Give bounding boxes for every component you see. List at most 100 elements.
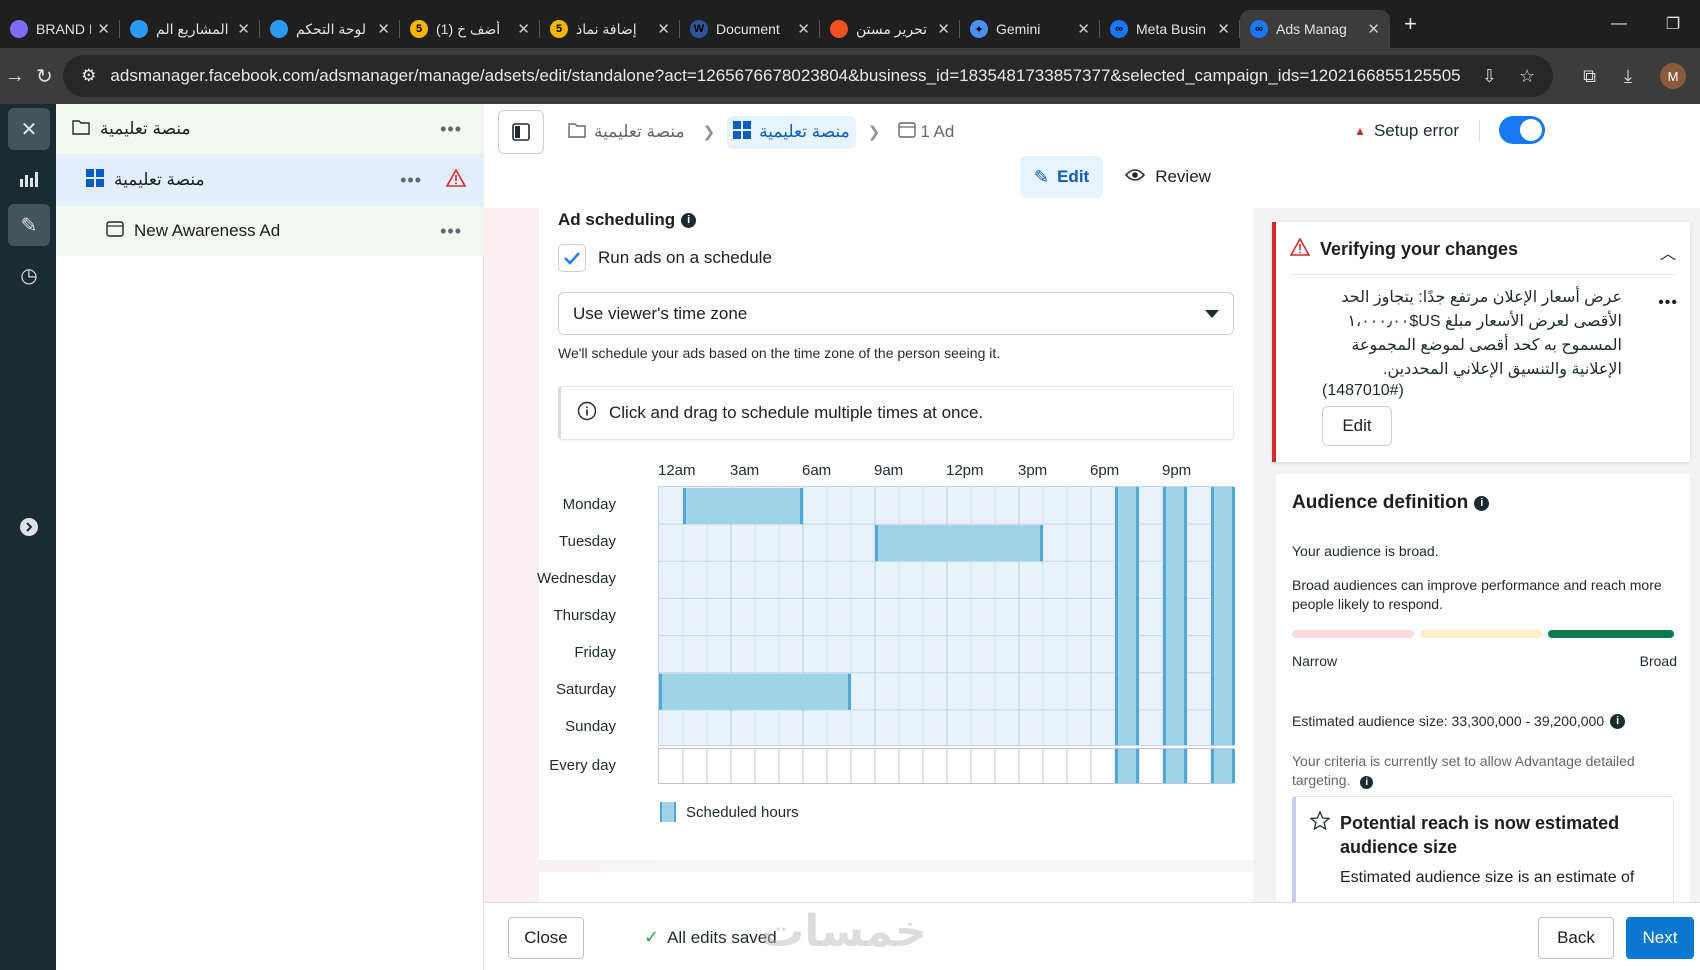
checkbox-box[interactable] bbox=[558, 244, 586, 272]
more-options-icon[interactable]: ••• bbox=[400, 170, 422, 191]
divider bbox=[1290, 274, 1676, 275]
toggle-panel-button[interactable] bbox=[498, 110, 544, 154]
day-label: Tuesday bbox=[559, 532, 616, 550]
info-icon[interactable]: i bbox=[1610, 714, 1626, 729]
crumb-adset[interactable]: منصة تعليمية bbox=[727, 115, 856, 149]
review-mode-button[interactable]: Review bbox=[1111, 156, 1225, 198]
checkmark-icon bbox=[564, 252, 580, 265]
install-app-icon[interactable]: ⇩ bbox=[1482, 66, 1497, 87]
browser-tab[interactable]: 5 (1) أضف خ ✕ bbox=[400, 10, 540, 48]
chevron-right-icon: ❯ bbox=[867, 124, 881, 141]
browser-tab[interactable]: ∞ Meta Busin ✕ bbox=[1100, 10, 1240, 48]
info-icon[interactable]: i bbox=[1474, 495, 1490, 511]
schedule-grid[interactable] bbox=[658, 486, 1235, 746]
browser-tab[interactable]: ✦ Gemini ✕ bbox=[960, 10, 1100, 48]
url-text: adsmanager.facebook.com/adsmanager/manag… bbox=[110, 66, 1460, 85]
tab-close-icon[interactable]: ✕ bbox=[657, 20, 670, 38]
error-triangle-icon: ▲ bbox=[1354, 124, 1366, 138]
hour-label: 12pm bbox=[946, 462, 984, 479]
every-day-row[interactable] bbox=[658, 748, 1235, 784]
url-omnibox[interactable]: ⚙ adsmanager.facebook.com/adsmanager/man… bbox=[63, 55, 1554, 97]
tab-favicon-icon bbox=[130, 20, 148, 38]
tab-close-icon[interactable]: ✕ bbox=[377, 20, 390, 38]
publish-toggle[interactable] bbox=[1499, 116, 1545, 144]
maximize-icon[interactable]: ❐ bbox=[1646, 14, 1700, 34]
tree-campaign-label: منصة تعليمية bbox=[100, 119, 191, 138]
tab-favicon-icon: ∞ bbox=[1110, 20, 1128, 38]
more-options-icon[interactable]: ••• bbox=[440, 119, 462, 140]
pencil-icon[interactable]: ✎ bbox=[8, 204, 50, 246]
crumb-ad-label: 1 Ad bbox=[920, 122, 955, 141]
potential-reach-notice: Potential reach is now estimated audienc… bbox=[1292, 796, 1674, 906]
bar-chart-icon[interactable] bbox=[8, 158, 50, 200]
scheduled-block-edge bbox=[1040, 525, 1043, 562]
toolbar-right: ⧉ ⤓ M bbox=[1569, 63, 1700, 89]
drag-hint-text: Click and drag to schedule multiple time… bbox=[609, 403, 984, 422]
tree-ad-label: New Awareness Ad bbox=[134, 221, 281, 240]
scheduled-block-edge bbox=[1184, 487, 1187, 745]
audience-criteria-text: Your criteria is currently set to allow … bbox=[1292, 753, 1635, 788]
browser-tab[interactable]: 5 إضافة نماذ ✕ bbox=[540, 10, 680, 48]
close-button[interactable]: Close bbox=[508, 917, 584, 959]
timezone-select[interactable]: Use viewer's time zone bbox=[558, 292, 1234, 335]
tab-close-icon[interactable]: ✕ bbox=[937, 20, 950, 38]
star-icon bbox=[1309, 810, 1331, 836]
extensions-icon[interactable]: ⧉ bbox=[1583, 66, 1596, 87]
run-on-schedule-checkbox[interactable]: Run ads on a schedule bbox=[558, 244, 772, 272]
browser-tab[interactable]: لوحة التحكم ✕ bbox=[260, 10, 400, 48]
timezone-helper-text: We'll schedule your ads based on the tim… bbox=[558, 345, 1001, 361]
tree-adset-row[interactable]: منصة تعليمية ••• bbox=[56, 154, 484, 206]
crumb-campaign[interactable]: منصة تعليمية bbox=[562, 117, 691, 148]
scheduled-block-edge bbox=[1232, 749, 1235, 783]
tree-ad-row[interactable]: New Awareness Ad ••• bbox=[56, 206, 484, 256]
back-button[interactable]: Back bbox=[1538, 917, 1614, 959]
day-label: Wednesday bbox=[537, 569, 616, 587]
browser-tab[interactable]: المشاريع الم ✕ bbox=[120, 10, 260, 48]
schedule-legend: Scheduled hours bbox=[660, 802, 799, 822]
tab-close-icon[interactable]: ✕ bbox=[517, 20, 530, 38]
tab-close-icon[interactable]: ✕ bbox=[797, 20, 810, 38]
bookmark-star-icon[interactable]: ☆ bbox=[1519, 66, 1535, 87]
ad-scheduling-title: Ad scheduling bbox=[558, 210, 676, 229]
forward-icon[interactable]: → bbox=[0, 65, 30, 88]
tab-close-icon[interactable]: ✕ bbox=[97, 20, 110, 38]
history-clock-icon[interactable]: ◷ bbox=[8, 254, 50, 296]
setup-error-indicator[interactable]: ▲ Setup error bbox=[1354, 120, 1480, 142]
browser-tab[interactable]: ∞ Ads Manag ✕ bbox=[1240, 10, 1390, 48]
tab-close-icon[interactable]: ✕ bbox=[237, 20, 250, 38]
drag-hint-banner: Click and drag to schedule multiple time… bbox=[558, 386, 1234, 440]
browser-tab[interactable]: تحرير مستن ✕ bbox=[820, 10, 960, 48]
more-options-icon[interactable]: ••• bbox=[440, 221, 462, 242]
reload-icon[interactable]: ↻ bbox=[30, 64, 60, 89]
tab-close-icon[interactable]: ✕ bbox=[1217, 20, 1230, 38]
crumb-ad[interactable]: 1 Ad bbox=[892, 117, 960, 148]
expand-arrow-icon[interactable] bbox=[8, 506, 50, 548]
more-options-icon[interactable]: ••• bbox=[1658, 294, 1678, 312]
scheduled-block-edge bbox=[1115, 487, 1118, 745]
new-tab-button[interactable]: + bbox=[1404, 11, 1417, 37]
tab-close-icon[interactable]: ✕ bbox=[1367, 20, 1380, 38]
scheduled-block-all-days bbox=[1211, 487, 1235, 745]
close-icon[interactable]: ✕ bbox=[8, 108, 50, 150]
tree-campaign-row[interactable]: منصة تعليمية ••• bbox=[56, 104, 484, 154]
downloads-icon[interactable]: ⤓ bbox=[1624, 66, 1632, 87]
edit-mode-button[interactable]: ✎ Edit bbox=[1020, 156, 1104, 198]
day-label: Thursday bbox=[553, 607, 616, 624]
browser-tab[interactable]: W Document ✕ bbox=[680, 10, 820, 48]
every-day-label: Every day bbox=[549, 757, 616, 774]
left-rail: ✕ ✎ ◷ bbox=[0, 104, 56, 970]
hour-label: 6pm bbox=[1090, 462, 1120, 479]
next-button[interactable]: Next bbox=[1626, 917, 1694, 959]
tab-favicon-icon bbox=[10, 20, 28, 38]
hour-label: 9am bbox=[874, 462, 904, 479]
verify-edit-button[interactable]: Edit bbox=[1322, 406, 1392, 446]
browser-tab[interactable]: BRAND IDEN ✕ bbox=[0, 10, 120, 48]
info-icon[interactable]: i bbox=[681, 212, 697, 228]
tab-close-icon[interactable]: ✕ bbox=[1077, 20, 1090, 38]
site-info-icon[interactable]: ⚙ bbox=[81, 66, 96, 86]
chevron-up-icon[interactable]: ︿ bbox=[1660, 240, 1676, 264]
profile-avatar[interactable]: M bbox=[1659, 63, 1686, 89]
info-icon[interactable]: i bbox=[1360, 776, 1374, 789]
adset-grid-icon bbox=[86, 168, 104, 192]
minimize-icon[interactable]: — bbox=[1592, 15, 1646, 33]
